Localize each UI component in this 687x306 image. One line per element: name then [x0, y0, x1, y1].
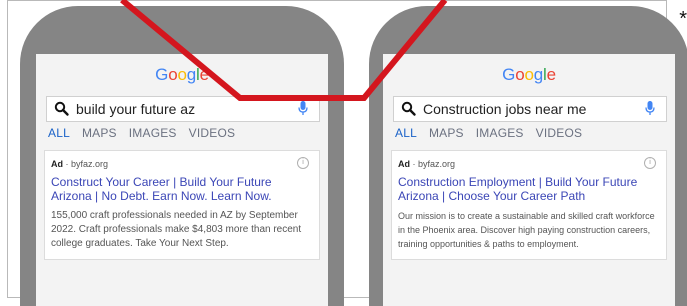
- info-icon[interactable]: i: [644, 157, 656, 169]
- ad-label: Ad: [51, 159, 63, 169]
- search-icon: [54, 101, 69, 116]
- tab-images[interactable]: IMAGES: [129, 126, 177, 140]
- tab-all[interactable]: ALL: [395, 126, 417, 140]
- ad-result-card: Ad · byfaz.org i Construct Your Career |…: [44, 150, 320, 260]
- ad-description: Our mission is to create a sustainable a…: [398, 211, 655, 249]
- phone-left: Google build your future az ALL MAPS IMA…: [20, 6, 344, 306]
- ad-source: Ad · byfaz.org: [398, 159, 660, 169]
- corner-asterisk: *: [679, 8, 687, 30]
- tab-videos[interactable]: VIDEOS: [189, 126, 236, 140]
- phone-screen-left: Google build your future az ALL MAPS IMA…: [36, 54, 328, 306]
- ad-description: 155,000 craft professionals needed in AZ…: [51, 210, 302, 249]
- search-query: Construction jobs near me: [423, 101, 587, 117]
- tab-maps[interactable]: MAPS: [82, 126, 117, 140]
- phone-screen-right: Google Construction jobs near me ALL MAP…: [383, 54, 675, 306]
- search-input[interactable]: build your future az: [46, 96, 320, 122]
- tab-maps[interactable]: MAPS: [429, 126, 464, 140]
- search-input[interactable]: Construction jobs near me: [393, 96, 667, 122]
- search-query: build your future az: [76, 101, 196, 117]
- ad-domain: · byfaz.org: [65, 159, 109, 169]
- ad-title-link[interactable]: Construction Employment | Build Your Fut…: [398, 175, 660, 203]
- ad-source: Ad · byfaz.org: [51, 159, 313, 169]
- google-logo: Google: [155, 65, 209, 84]
- tab-all[interactable]: ALL: [48, 126, 70, 140]
- microphone-icon[interactable]: [297, 100, 309, 117]
- ad-title-link[interactable]: Construct Your Career | Build Your Futur…: [51, 175, 313, 203]
- search-tabs: ALL MAPS IMAGES VIDEOS: [48, 126, 328, 140]
- tab-images[interactable]: IMAGES: [476, 126, 524, 140]
- google-logo: Google: [502, 65, 556, 84]
- microphone-icon[interactable]: [644, 100, 656, 117]
- ad-label: Ad: [398, 159, 410, 169]
- tab-videos[interactable]: VIDEOS: [536, 126, 583, 140]
- phone-right: Google Construction jobs near me ALL MAP…: [369, 6, 687, 306]
- ad-result-card: Ad · byfaz.org i Construction Employment…: [391, 150, 667, 260]
- search-tabs: ALL MAPS IMAGES VIDEOS: [395, 126, 675, 140]
- ad-domain: · byfaz.org: [412, 159, 456, 169]
- info-icon[interactable]: i: [297, 157, 309, 169]
- search-icon: [401, 101, 416, 116]
